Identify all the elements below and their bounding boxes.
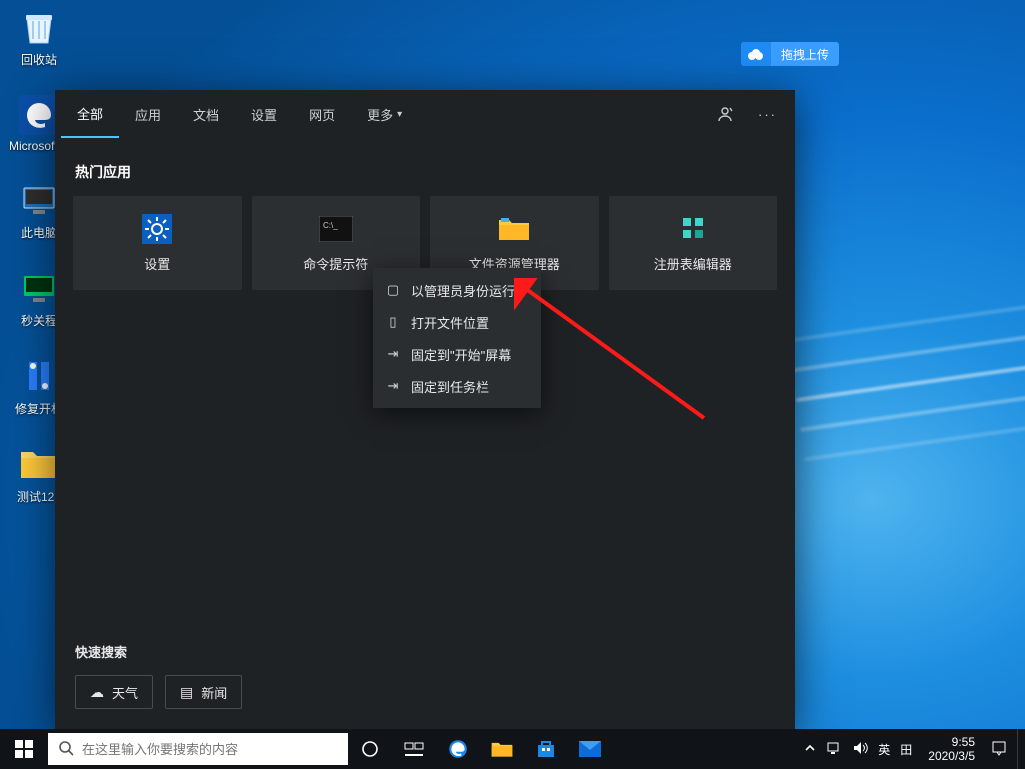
quick-search-title: 快速搜索 [75, 642, 775, 661]
tab-all[interactable]: 全部 [61, 90, 119, 138]
start-button[interactable] [0, 729, 48, 769]
taskbar-app-mail[interactable] [568, 729, 612, 769]
explorer-icon [497, 214, 531, 244]
quick-search-news[interactable]: ▤ 新闻 [165, 675, 242, 709]
search-input[interactable] [82, 742, 338, 757]
tray-time: 9:55 [952, 735, 975, 749]
edge-icon [18, 94, 60, 136]
admin-run-icon: ▢ [385, 282, 401, 298]
tab-settings[interactable]: 设置 [235, 90, 293, 138]
quick-search-label: 天气 [112, 683, 138, 702]
tray-clock[interactable]: 9:55 2020/3/5 [922, 735, 981, 764]
quick-search-weather[interactable]: ☁ 天气 [75, 675, 153, 709]
ctx-pin-to-start[interactable]: ⇥ 固定到"开始"屏幕 [373, 338, 541, 370]
test-folder-icon [18, 443, 60, 485]
tile-settings[interactable]: 设置 [73, 196, 242, 290]
tile-regedit[interactable]: 注册表编辑器 [609, 196, 778, 290]
tab-apps[interactable]: 应用 [119, 90, 177, 138]
ctx-label: 以管理员身份运行 [411, 281, 515, 300]
taskbar-app-edge[interactable] [436, 729, 480, 769]
quick-search-label: 新闻 [201, 683, 227, 702]
ctx-pin-to-taskbar[interactable]: ⇥ 固定到任务栏 [373, 370, 541, 402]
pin-taskbar-icon: ⇥ [385, 378, 401, 394]
recycle-bin-icon [18, 6, 60, 48]
svg-text:C:\_: C:\_ [323, 221, 338, 230]
tray-volume-button[interactable] [852, 741, 868, 758]
windows-logo-icon [15, 740, 33, 758]
volume-icon [852, 741, 868, 755]
desktop-icon-label: 回收站 [21, 51, 57, 68]
context-menu: ▢ 以管理员身份运行 ▯ 打开文件位置 ⇥ 固定到"开始"屏幕 ⇥ 固定到任务栏 [373, 268, 541, 408]
desktop-icon-label: 此电脑 [21, 224, 57, 241]
search-tabs-row: 全部 应用 文档 设置 网页 更多 ▾ ··· [55, 90, 795, 138]
tray-date: 2020/3/5 [928, 749, 975, 763]
desktop-icon-recycle-bin[interactable]: 回收站 [12, 6, 66, 68]
search-icon [58, 740, 74, 759]
tab-more[interactable]: 更多 ▾ [351, 90, 418, 138]
ime-lang-indicator[interactable]: 英 [878, 741, 890, 758]
folder-open-icon: ▯ [385, 314, 401, 330]
ctx-open-file-location[interactable]: ▯ 打开文件位置 [373, 306, 541, 338]
taskbar-app-explorer[interactable] [480, 729, 524, 769]
panel-footer: 快速搜索 ☁ 天气 ▤ 新闻 [55, 622, 795, 729]
system-tray: 英 田 9:55 2020/3/5 [804, 729, 1025, 769]
taskbar-app-store[interactable] [524, 729, 568, 769]
task-view-button[interactable] [392, 729, 436, 769]
tray-network-button[interactable] [826, 741, 842, 758]
feedback-button[interactable] [704, 90, 746, 138]
ctx-label: 固定到"开始"屏幕 [411, 345, 511, 364]
chevron-down-icon: ▾ [397, 109, 402, 120]
upload-pill[interactable]: 拖拽上传 [741, 42, 839, 66]
network-icon [826, 741, 842, 755]
tray-overflow-button[interactable] [804, 742, 816, 757]
weather-icon: ☁ [90, 684, 104, 701]
cmd-icon: C:\_ [319, 214, 353, 244]
store-icon [536, 739, 556, 759]
ime-mode-indicator[interactable]: 田 [900, 741, 912, 758]
tile-label: 设置 [144, 254, 170, 273]
ellipsis-icon: ··· [758, 107, 777, 122]
tile-label: 注册表编辑器 [654, 254, 732, 273]
taskbar-search-box[interactable] [48, 733, 348, 765]
light-effect [825, 280, 1025, 480]
tab-documents[interactable]: 文档 [177, 90, 235, 138]
chevron-up-icon [804, 742, 816, 754]
section-hot-apps-title: 热门应用 [55, 138, 795, 196]
taskbar: 英 田 9:55 2020/3/5 [0, 729, 1025, 769]
ctx-label: 固定到任务栏 [411, 377, 489, 396]
news-icon: ▤ [180, 684, 193, 701]
regedit-icon [676, 214, 710, 244]
ctx-run-as-admin[interactable]: ▢ 以管理员身份运行 [373, 274, 541, 306]
task-view-icon [404, 741, 424, 757]
person-icon [716, 105, 734, 123]
tile-label: 命令提示符 [303, 254, 368, 273]
desktop-icon-label: 秒关程 [21, 312, 57, 329]
quick-search-row: ☁ 天气 ▤ 新闻 [75, 675, 775, 709]
this-pc-icon [18, 179, 60, 221]
settings-icon [140, 214, 174, 244]
cloud-upload-icon [741, 42, 771, 66]
notifications-icon [991, 740, 1007, 756]
upload-pill-label: 拖拽上传 [771, 46, 839, 63]
action-center-button[interactable] [991, 740, 1007, 759]
edge-icon [447, 738, 469, 760]
tab-more-label: 更多 [367, 105, 393, 124]
tab-web[interactable]: 网页 [293, 90, 351, 138]
pin-start-icon: ⇥ [385, 346, 401, 362]
ctx-label: 打开文件位置 [411, 313, 489, 332]
search-panel: 全部 应用 文档 设置 网页 更多 ▾ ··· 热门应用 设置 C:\_ 命令提示… [55, 90, 795, 729]
repair-boot-icon [18, 355, 60, 397]
cortana-icon [361, 740, 379, 758]
explorer-icon [491, 740, 513, 758]
options-button[interactable]: ··· [746, 90, 789, 138]
cortana-button[interactable] [348, 729, 392, 769]
mail-icon [579, 741, 601, 757]
show-desktop-button[interactable] [1017, 729, 1023, 769]
shutdown-app-icon [18, 267, 60, 309]
